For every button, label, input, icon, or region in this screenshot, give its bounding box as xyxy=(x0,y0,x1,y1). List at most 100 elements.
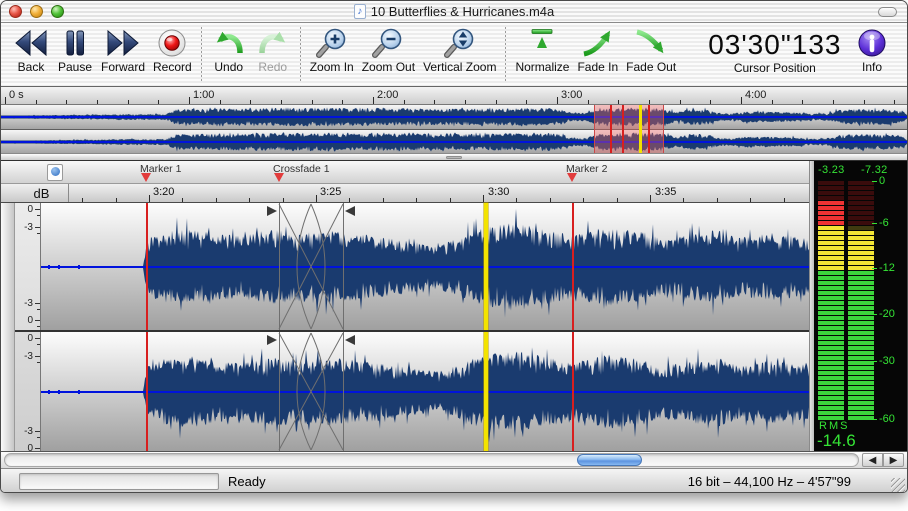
db-scale-label: -3 xyxy=(24,351,33,362)
titlebar[interactable]: ♪ 10 Butterflies & Hurricanes.m4a xyxy=(1,1,907,23)
info-icon xyxy=(855,27,889,59)
ruler-label: 3:30 xyxy=(488,186,509,198)
ruler-tick xyxy=(450,198,451,202)
meter-segment xyxy=(818,286,844,290)
ruler-label: 1:00 xyxy=(193,89,214,101)
overview-channel-right[interactable] xyxy=(1,129,907,153)
ruler-label: 3:00 xyxy=(561,89,582,101)
scrollbar-thumb[interactable] xyxy=(577,454,642,466)
overview-channel-left[interactable] xyxy=(1,105,907,129)
pane-splitter[interactable] xyxy=(1,153,907,161)
ruler-tick xyxy=(772,100,773,104)
zoom-button[interactable] xyxy=(51,5,64,18)
meter-segment xyxy=(818,276,844,280)
ruler-tick xyxy=(158,100,159,104)
ruler-tick xyxy=(496,100,497,104)
ruler-tick xyxy=(588,100,589,104)
meter-segment xyxy=(818,371,844,375)
left-gutter xyxy=(1,203,15,451)
ruler-tick xyxy=(249,198,250,202)
waveform-area[interactable] xyxy=(41,203,809,451)
scroll-left-button[interactable]: ◀ xyxy=(862,453,883,467)
db-scale-tick xyxy=(37,309,40,310)
scrollbar-track[interactable] xyxy=(4,453,859,467)
horizontal-scrollbar[interactable]: ◀ ▶ xyxy=(1,451,907,468)
meter-scale-label: -6 xyxy=(879,217,889,229)
meter-segment xyxy=(818,306,844,310)
meter-segment xyxy=(848,341,874,345)
toolbar-button-label: Redo xyxy=(258,60,287,74)
minimize-button[interactable] xyxy=(30,5,43,18)
meter-segment xyxy=(848,366,874,370)
zoom-out-icon xyxy=(370,27,406,59)
waveform-channel-1[interactable] xyxy=(41,203,809,330)
toolbar-toggle-button[interactable] xyxy=(878,7,897,17)
close-button[interactable] xyxy=(9,5,22,18)
meter-segment xyxy=(818,266,844,270)
meter-segment xyxy=(818,301,844,305)
meter-segment xyxy=(818,396,844,400)
marker-flag[interactable] xyxy=(567,173,577,182)
db-scale-tick xyxy=(35,303,40,304)
toolbar-button-zoom-in[interactable]: Zoom In xyxy=(306,27,358,74)
toolbar-button-redo[interactable]: Redo xyxy=(251,27,295,74)
ruler-tick xyxy=(717,198,718,202)
resize-grip[interactable] xyxy=(891,478,905,492)
meter-segment xyxy=(848,391,874,395)
toolbar-button-undo[interactable]: Undo xyxy=(207,27,251,74)
marker-flag[interactable] xyxy=(141,173,151,182)
ruler-tick xyxy=(66,100,67,104)
ruler-tick xyxy=(750,198,751,202)
meter-segment xyxy=(818,211,844,215)
meter-segment xyxy=(818,281,844,285)
ruler-tick xyxy=(618,100,619,104)
toolbar-button-forward[interactable]: Forward xyxy=(97,27,149,74)
meter-segment xyxy=(818,316,844,320)
db-scale-label: 0 xyxy=(27,204,33,215)
toolbar-button-vertical-zoom[interactable]: Vertical Zoom xyxy=(419,27,500,74)
meter-segment xyxy=(848,231,874,235)
meter-segment xyxy=(848,251,874,255)
window-title-text: 10 Butterflies & Hurricanes.m4a xyxy=(371,4,555,19)
ruler-tick xyxy=(349,198,350,202)
toolbar-button-label: Forward xyxy=(101,60,145,74)
editor-section: Marker 1Crossfade 1Marker 2 dB 3:203:253… xyxy=(1,161,907,451)
ruler-label: 3:25 xyxy=(320,186,341,198)
toolbar-button-back[interactable]: Back xyxy=(9,27,53,74)
db-scale-tick xyxy=(35,338,40,339)
toolbar-button-zoom-out[interactable]: Zoom Out xyxy=(358,27,419,74)
meter-scale-label: 0 xyxy=(879,175,885,187)
ruler-tick xyxy=(149,195,150,202)
scroll-right-button[interactable]: ▶ xyxy=(883,453,904,467)
marker-header[interactable]: Marker 1Crossfade 1Marker 2 xyxy=(1,161,814,184)
normalize-icon xyxy=(524,27,560,59)
channel-separator xyxy=(15,330,809,332)
overview-ruler[interactable]: 0 s1:002:003:004:00 xyxy=(1,87,907,105)
meter-segment xyxy=(818,186,844,190)
toolbar-button-record[interactable]: Record xyxy=(149,27,196,74)
time-ruler[interactable]: 3:203:253:303:35 xyxy=(69,184,809,202)
toolbar-button-normalize[interactable]: Normalize xyxy=(511,27,573,74)
marker-flag[interactable] xyxy=(274,173,284,182)
meter-scale-label: -60 xyxy=(879,413,895,425)
track-options-icon[interactable] xyxy=(47,164,63,181)
ruler-tick xyxy=(483,195,484,202)
waveform-channel-2[interactable] xyxy=(41,332,809,451)
ruler-tick xyxy=(97,100,98,104)
toolbar-button-info[interactable]: Info xyxy=(851,27,893,74)
meter-segment xyxy=(818,191,844,195)
overview-waveform[interactable] xyxy=(1,105,907,153)
toolbar-button-label: Back xyxy=(18,60,45,74)
toolbar-button-fade-out[interactable]: Fade Out xyxy=(622,27,680,74)
db-scale-tick xyxy=(37,233,40,234)
meter-segment xyxy=(818,381,844,385)
meter-segment xyxy=(818,201,844,205)
toolbar-button-pause[interactable]: Pause xyxy=(53,27,97,74)
toolbar-button-label: Zoom Out xyxy=(362,60,415,74)
meter-segment xyxy=(818,321,844,325)
toolbar-button-label: Fade Out xyxy=(626,60,676,74)
meter-scale-label: -20 xyxy=(879,308,895,320)
splitter-grip[interactable] xyxy=(446,156,462,159)
toolbar-button-fade-in[interactable]: Fade In xyxy=(573,27,622,74)
meter-segment xyxy=(818,376,844,380)
